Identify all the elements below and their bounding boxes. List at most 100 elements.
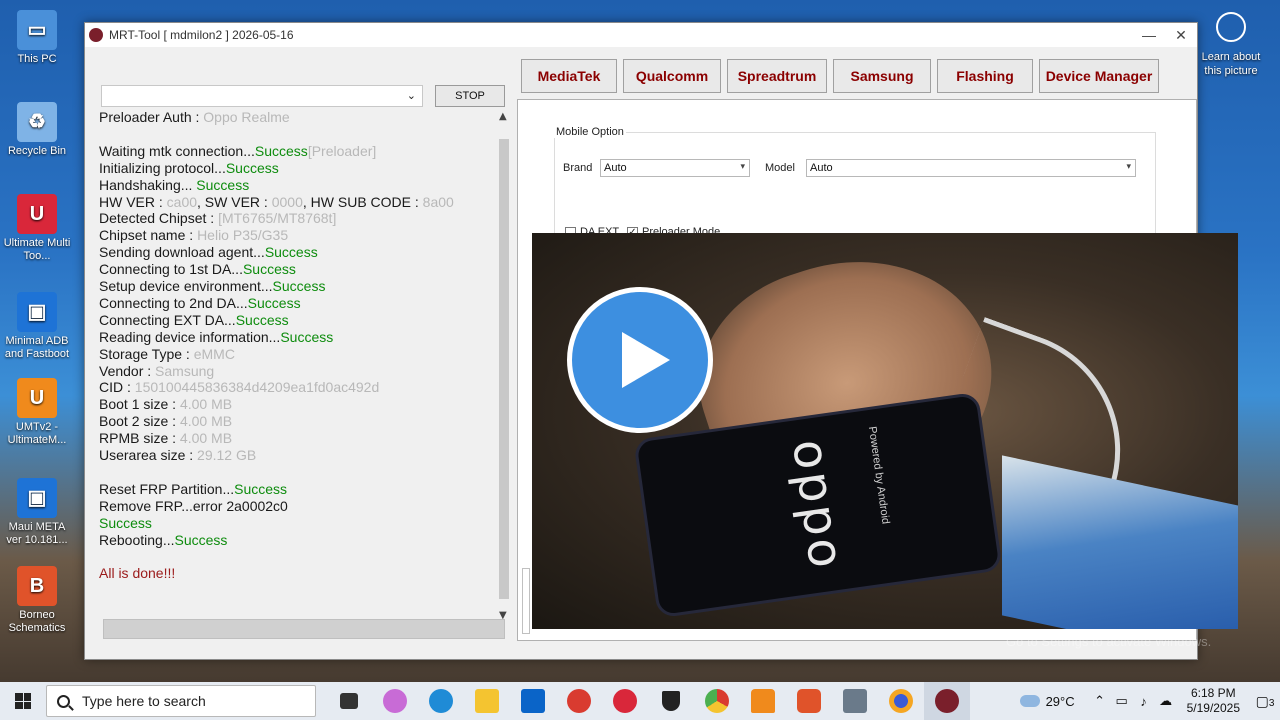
minimize-button[interactable]: — (1133, 27, 1165, 44)
chrome-md-icon (567, 689, 591, 713)
notification-button[interactable]: ▢3 (1250, 693, 1280, 710)
security-icon (662, 691, 680, 711)
desktop-icon-ultimate-multi-tool[interactable]: U Ultimate Multi Too... (2, 194, 72, 263)
log-line: Connecting to 2nd DA...Success (99, 294, 301, 311)
taskbar-task-view[interactable] (326, 682, 372, 720)
tab-qualcomm[interactable]: Qualcomm (623, 59, 721, 93)
file-explorer-icon (475, 689, 499, 713)
desktop-icon-label: Minimal ADB and Fastboot (4, 335, 70, 360)
chevron-up-icon[interactable]: ⌃ (1089, 693, 1111, 709)
stop-button[interactable]: STOP (435, 85, 505, 107)
desktop-icon-umtv2[interactable]: U UMTv2 - UltimateM... (2, 378, 72, 447)
taskbar-outlook[interactable] (510, 682, 556, 720)
log-line: RPMB size : 4.00 MB (99, 430, 233, 447)
tab-flashing[interactable]: Flashing (937, 59, 1033, 93)
umtv2-icon: U (17, 378, 57, 418)
onedrive-icon[interactable]: ☁ (1155, 693, 1177, 709)
phone-brand-logo: oppo (781, 435, 855, 575)
pc-icon: ▭ (17, 10, 57, 50)
log-line: CID : 150100445836384d4209ea1fd0ac492d (99, 379, 380, 396)
log-line: Reset FRP Partition...Success (99, 480, 288, 497)
log-line: Detected Chipset : [MT6765/MT8768t] (99, 210, 337, 227)
log-line: Boot 1 size : 4.00 MB (99, 396, 233, 413)
taskbar-umt[interactable] (602, 682, 648, 720)
taskbar-chrome-md[interactable] (556, 682, 602, 720)
play-icon (622, 332, 670, 388)
umt-taskbar-icon (613, 689, 637, 713)
windows-logo-icon (15, 693, 31, 709)
taskbar-vlc[interactable] (740, 682, 786, 720)
copilot-icon (383, 689, 407, 713)
date: 5/19/2025 (1186, 701, 1240, 715)
model-label: Model (765, 162, 795, 174)
outlook-icon (521, 689, 545, 713)
log-scrollbar[interactable]: ▲ ▼ (497, 111, 511, 621)
port-select[interactable]: ⌄ (101, 85, 423, 107)
scroll-up-icon[interactable]: ▲ (499, 111, 507, 122)
volume-icon[interactable]: ♪ (1133, 694, 1155, 709)
activate-windows-watermark: Go to Settings to activate Windows. (1006, 634, 1212, 649)
platform-tabs: MediaTek Qualcomm Spreadtrum Samsung Fla… (521, 59, 1159, 93)
progress-bar (103, 619, 505, 639)
desktop-icon-label: Ultimate Multi Too... (3, 237, 71, 262)
temperature: 29°C (1045, 693, 1075, 709)
firefox-icon (889, 689, 913, 713)
desktop-icon-this-pc[interactable]: ▭ This PC (2, 10, 72, 66)
maui-icon: ▣ (17, 478, 57, 518)
tab-mediatek[interactable]: MediaTek (521, 59, 617, 93)
log-line: Rebooting...Success (99, 531, 228, 548)
desktop-icon-label: Maui META ver 10.181... (6, 521, 68, 546)
task-view-icon (340, 693, 358, 709)
play-button[interactable] (567, 287, 713, 433)
desktop-icon-minimal-adb[interactable]: ▣ Minimal ADB and Fastboot (2, 292, 72, 361)
tab-samsung[interactable]: Samsung (833, 59, 931, 93)
chevron-down-icon: ▾ (1126, 161, 1131, 171)
camtasia-icon (797, 689, 821, 713)
taskbar-security[interactable] (648, 682, 694, 720)
log-line: All is done!!! (99, 565, 176, 582)
clock[interactable]: 6:18 PM 5/19/2025 (1187, 686, 1240, 716)
title-bar: MRT-Tool [ mdmilon2 ] 2026-05-16 — ✕ (85, 23, 1197, 47)
taskbar-edge[interactable] (418, 682, 464, 720)
taskbar-firefox[interactable] (878, 682, 924, 720)
log-line: Handshaking... Success (99, 176, 250, 193)
mobile-option-title: Mobile Option (554, 126, 626, 138)
chevron-down-icon: ⌄ (406, 89, 416, 102)
desktop-icon-label: This PC (17, 53, 57, 65)
log-line: Connecting to 1st DA...Success (99, 261, 296, 278)
log-line: Waiting mtk connection...Success[Preload… (99, 142, 377, 159)
taskbar-network-tool[interactable] (832, 682, 878, 720)
mrt-tool-icon (935, 689, 959, 713)
taskbar-search[interactable]: Type here to search (46, 685, 316, 717)
desktop-icon-maui-meta[interactable]: ▣ Maui META ver 10.181... (2, 478, 72, 547)
brand-select[interactable]: Auto ▾ (600, 159, 750, 177)
notification-count: 3 (1268, 697, 1275, 709)
close-button[interactable]: ✕ (1165, 27, 1197, 44)
log-line: Sending download agent...Success (99, 244, 318, 261)
taskbar-file-explorer[interactable] (464, 682, 510, 720)
model-select[interactable]: Auto ▾ (806, 159, 1136, 177)
tab-spreadtrum[interactable]: Spreadtrum (727, 59, 827, 93)
log-line: Boot 2 size : 4.00 MB (99, 413, 233, 430)
network-icon[interactable]: ▭ (1111, 693, 1133, 709)
system-tray: 29°C ⌃ ▭ ♪ ☁ 6:18 PM 5/19/2025 ▢3 (1019, 682, 1280, 720)
weather-widget[interactable]: 29°C (1019, 693, 1075, 709)
start-button[interactable] (0, 682, 46, 720)
taskbar-chrome[interactable] (694, 682, 740, 720)
taskbar-copilot[interactable] (372, 682, 418, 720)
umt-icon: U (17, 194, 57, 234)
network-tool-icon (843, 689, 867, 713)
log-line: HW VER : ca00, SW VER : 0000, HW SUB COD… (99, 193, 454, 210)
log-line: Storage Type : eMMC (99, 345, 235, 362)
learn-label: Learn about this picture (1201, 51, 1261, 77)
desktop-icon-borneo[interactable]: B Borneo Schematics (2, 566, 72, 635)
desktop-icon-recycle-bin[interactable]: ♻ Recycle Bin (2, 102, 72, 158)
taskbar-camtasia[interactable] (786, 682, 832, 720)
blue-box-image (1002, 455, 1238, 629)
tab-device-manager[interactable]: Device Manager (1039, 59, 1159, 93)
taskbar-mrt-tool[interactable] (924, 682, 970, 720)
phone-subtext: Powered by Android (865, 425, 892, 525)
search-icon (57, 694, 70, 708)
learn-about-picture[interactable]: Learn about this picture (1196, 12, 1266, 78)
scrollbar-thumb[interactable] (499, 139, 509, 599)
